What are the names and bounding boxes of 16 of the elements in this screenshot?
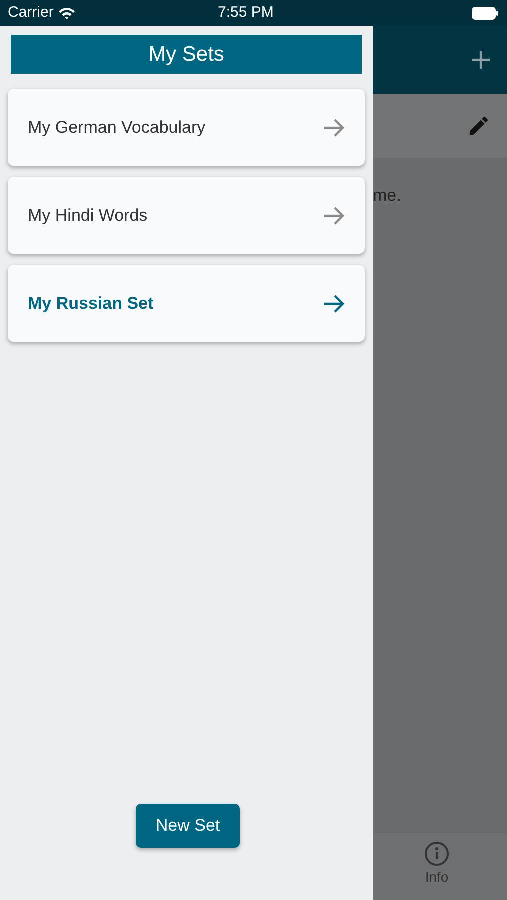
arrow-right-icon [323,206,345,226]
arrow-right-icon [323,118,345,138]
drawer-title: My Sets [11,35,362,74]
add-icon[interactable] [471,50,491,70]
arrow-right-icon [323,294,345,314]
info-icon [424,841,450,867]
body-text: me. [373,186,402,205]
pencil-icon[interactable] [467,114,491,138]
status-time: 7:55 PM [218,2,274,23]
carrier-label: Carrier [8,2,54,23]
set-list-item[interactable]: My German Vocabulary [8,89,365,166]
battery-icon [472,6,499,20]
set-list-item[interactable]: My Hindi Words [8,177,365,254]
wifi-icon [58,6,76,20]
new-set-button[interactable]: New Set [136,804,240,848]
set-list-item[interactable]: My Russian Set [8,265,365,342]
